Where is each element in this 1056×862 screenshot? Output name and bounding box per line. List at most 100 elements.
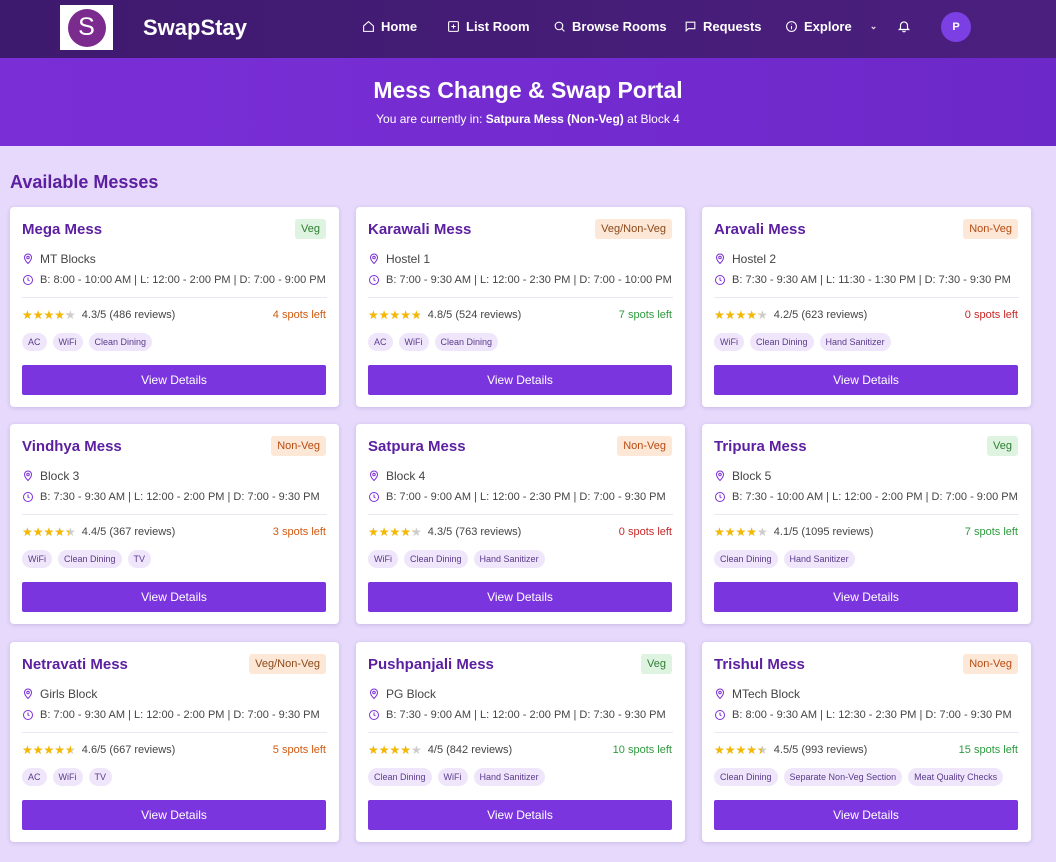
- notifications-button[interactable]: [897, 19, 911, 38]
- amenity-tag: WiFi: [437, 768, 468, 786]
- mess-timing: B: 7:30 - 9:30 AM | L: 12:00 - 2:00 PM |…: [22, 491, 320, 503]
- view-details-button[interactable]: View Details: [22, 582, 326, 612]
- view-details-button[interactable]: View Details: [22, 800, 326, 830]
- message-icon: [685, 21, 696, 33]
- mess-card: Netravati Mess Veg/Non-Veg Girls Block B…: [10, 642, 339, 842]
- mess-location-text: MT Blocks: [40, 252, 96, 266]
- logo-letter: S: [67, 8, 106, 47]
- amenity-tag: Clean Dining: [714, 550, 778, 568]
- brand-name[interactable]: SwapStay: [143, 15, 247, 41]
- mess-name: Satpura Mess: [368, 438, 466, 455]
- mess-location: Hostel 1: [368, 252, 430, 266]
- nav-list-room[interactable]: List Room: [447, 19, 530, 34]
- star-rating: ★★★★★★★★★★: [368, 308, 422, 322]
- clock-icon: [369, 492, 379, 502]
- mess-rating: ★★★★★★★★★★ 4.5/5 (993 reviews): [714, 743, 867, 757]
- location-pin-icon: [369, 253, 379, 265]
- mess-rating: ★★★★★★★★★★ 4.1/5 (1095 reviews): [714, 525, 873, 539]
- mess-name: Vindhya Mess: [22, 438, 122, 455]
- mess-timing: B: 7:30 - 10:00 AM | L: 12:00 - 2:00 PM …: [714, 491, 1018, 503]
- mess-card: Tripura Mess Veg Block 5 B: 7:30 - 10:00…: [702, 424, 1031, 624]
- mess-type-badge: Veg: [987, 436, 1018, 456]
- avatar[interactable]: P: [941, 12, 971, 42]
- star-rating-filled: ★★★★★: [22, 525, 69, 539]
- amenity-tag: WiFi: [52, 768, 83, 786]
- spots-left: 7 spots left: [964, 526, 1018, 538]
- search-icon: [554, 21, 565, 32]
- mess-location-text: Block 4: [386, 469, 426, 483]
- amenity-tags: AC WiFi Clean Dining: [22, 333, 153, 351]
- mess-rating: ★★★★★★★★★★ 4/5 (842 reviews): [368, 743, 512, 757]
- mess-card: Satpura Mess Non-Veg Block 4 B: 7:00 - 9…: [356, 424, 685, 624]
- divider: [368, 514, 673, 515]
- mess-rating-text: 4.3/5 (486 reviews): [81, 309, 176, 321]
- nav-browse-rooms[interactable]: Browse Rooms: [553, 19, 667, 34]
- mess-timing: B: 7:00 - 9:00 AM | L: 12:00 - 2:30 PM |…: [368, 491, 666, 503]
- nav-requests-label: Requests: [703, 19, 762, 34]
- spots-left: 10 spots left: [612, 744, 672, 756]
- mess-rating-text: 4.4/5 (367 reviews): [81, 526, 176, 538]
- mess-timing-text: B: 7:30 - 9:00 AM | L: 12:00 - 2:00 PM |…: [386, 709, 666, 721]
- amenity-tag: Hand Sanitizer: [473, 550, 545, 568]
- mess-type-badge: Non-Veg: [617, 436, 672, 456]
- view-details-button[interactable]: View Details: [22, 365, 326, 395]
- view-details-button[interactable]: View Details: [368, 582, 672, 612]
- clock-icon: [715, 710, 725, 720]
- view-details-button[interactable]: View Details: [714, 800, 1018, 830]
- nav-browse-rooms-label: Browse Rooms: [572, 19, 667, 34]
- current-mess-prefix: You are currently in:: [376, 112, 486, 126]
- star-rating: ★★★★★★★★★★: [22, 308, 76, 322]
- mess-rating-text: 4.1/5 (1095 reviews): [773, 526, 874, 538]
- divider: [22, 732, 327, 733]
- view-details-button[interactable]: View Details: [368, 800, 672, 830]
- location-pin-icon: [23, 470, 33, 482]
- mess-card: Aravali Mess Non-Veg Hostel 2 B: 7:30 - …: [702, 207, 1031, 407]
- divider: [22, 297, 327, 298]
- logo[interactable]: S: [60, 5, 113, 50]
- nav-home-label: Home: [381, 19, 418, 34]
- amenity-tag: Hand Sanitizer: [819, 333, 891, 351]
- spots-left: 3 spots left: [272, 526, 326, 538]
- divider: [714, 514, 1019, 515]
- location-pin-icon: [23, 253, 33, 265]
- view-details-button[interactable]: View Details: [714, 365, 1018, 395]
- hero-banner: Mess Change & Swap Portal You are curren…: [0, 58, 1056, 146]
- nav-home[interactable]: Home: [362, 19, 417, 34]
- amenity-tag: WiFi: [368, 550, 398, 568]
- spots-left: 7 spots left: [618, 309, 672, 321]
- info-icon: [786, 21, 797, 32]
- spots-left: 0 spots left: [618, 526, 672, 538]
- mess-type-badge: Veg: [641, 654, 672, 674]
- amenity-tag: Clean Dining: [58, 550, 122, 568]
- mess-rating-text: 4.8/5 (524 reviews): [427, 309, 522, 321]
- mess-name: Tripura Mess: [714, 438, 807, 455]
- nav-explore-label: Explore: [804, 19, 852, 34]
- star-rating: ★★★★★★★★★★: [714, 308, 768, 322]
- view-details-button[interactable]: View Details: [368, 365, 672, 395]
- mess-location-text: PG Block: [386, 687, 437, 701]
- nav-explore[interactable]: Explore ⌄: [785, 19, 877, 34]
- mess-card: Mega Mess Veg MT Blocks B: 8:00 - 10:00 …: [10, 207, 339, 407]
- mess-rating: ★★★★★ ★★★★★ 4.8/5 (524 reviews): [368, 308, 521, 322]
- amenity-tag: WiFi: [52, 333, 83, 351]
- view-details-button[interactable]: View Details: [714, 582, 1018, 612]
- mess-rating-text: 4.2/5 (623 reviews): [773, 309, 868, 321]
- divider: [714, 297, 1019, 298]
- mess-timing-text: B: 7:30 - 9:30 AM | L: 12:00 - 2:00 PM |…: [40, 491, 320, 503]
- star-rating-filled: ★★★★★: [368, 743, 412, 757]
- section-title: Available Messes: [10, 172, 159, 192]
- mess-location: MT Blocks: [22, 252, 96, 266]
- spots-left: 5 spots left: [272, 744, 326, 756]
- amenity-tag: AC: [368, 333, 393, 351]
- mess-type-badge: Veg: [295, 219, 326, 239]
- mess-timing-text: B: 7:00 - 9:30 AM | L: 12:00 - 2:00 PM |…: [40, 709, 320, 721]
- star-rating: ★★★★★★★★★★: [368, 525, 422, 539]
- mess-timing: B: 7:30 - 9:30 AM | L: 11:30 - 1:30 PM |…: [714, 274, 1011, 286]
- nav-requests[interactable]: Requests: [684, 19, 762, 34]
- clock-icon: [23, 492, 33, 502]
- mess-card: Pushpanjali Mess Veg PG Block B: 7:30 - …: [356, 642, 685, 842]
- mess-location-text: MTech Block: [732, 687, 801, 701]
- mess-type-badge: Veg/Non-Veg: [249, 654, 326, 674]
- mess-rating-text: 4.3/5 (763 reviews): [427, 526, 522, 538]
- mess-timing-text: B: 8:00 - 9:30 AM | L: 12:30 - 2:30 PM |…: [732, 709, 1012, 721]
